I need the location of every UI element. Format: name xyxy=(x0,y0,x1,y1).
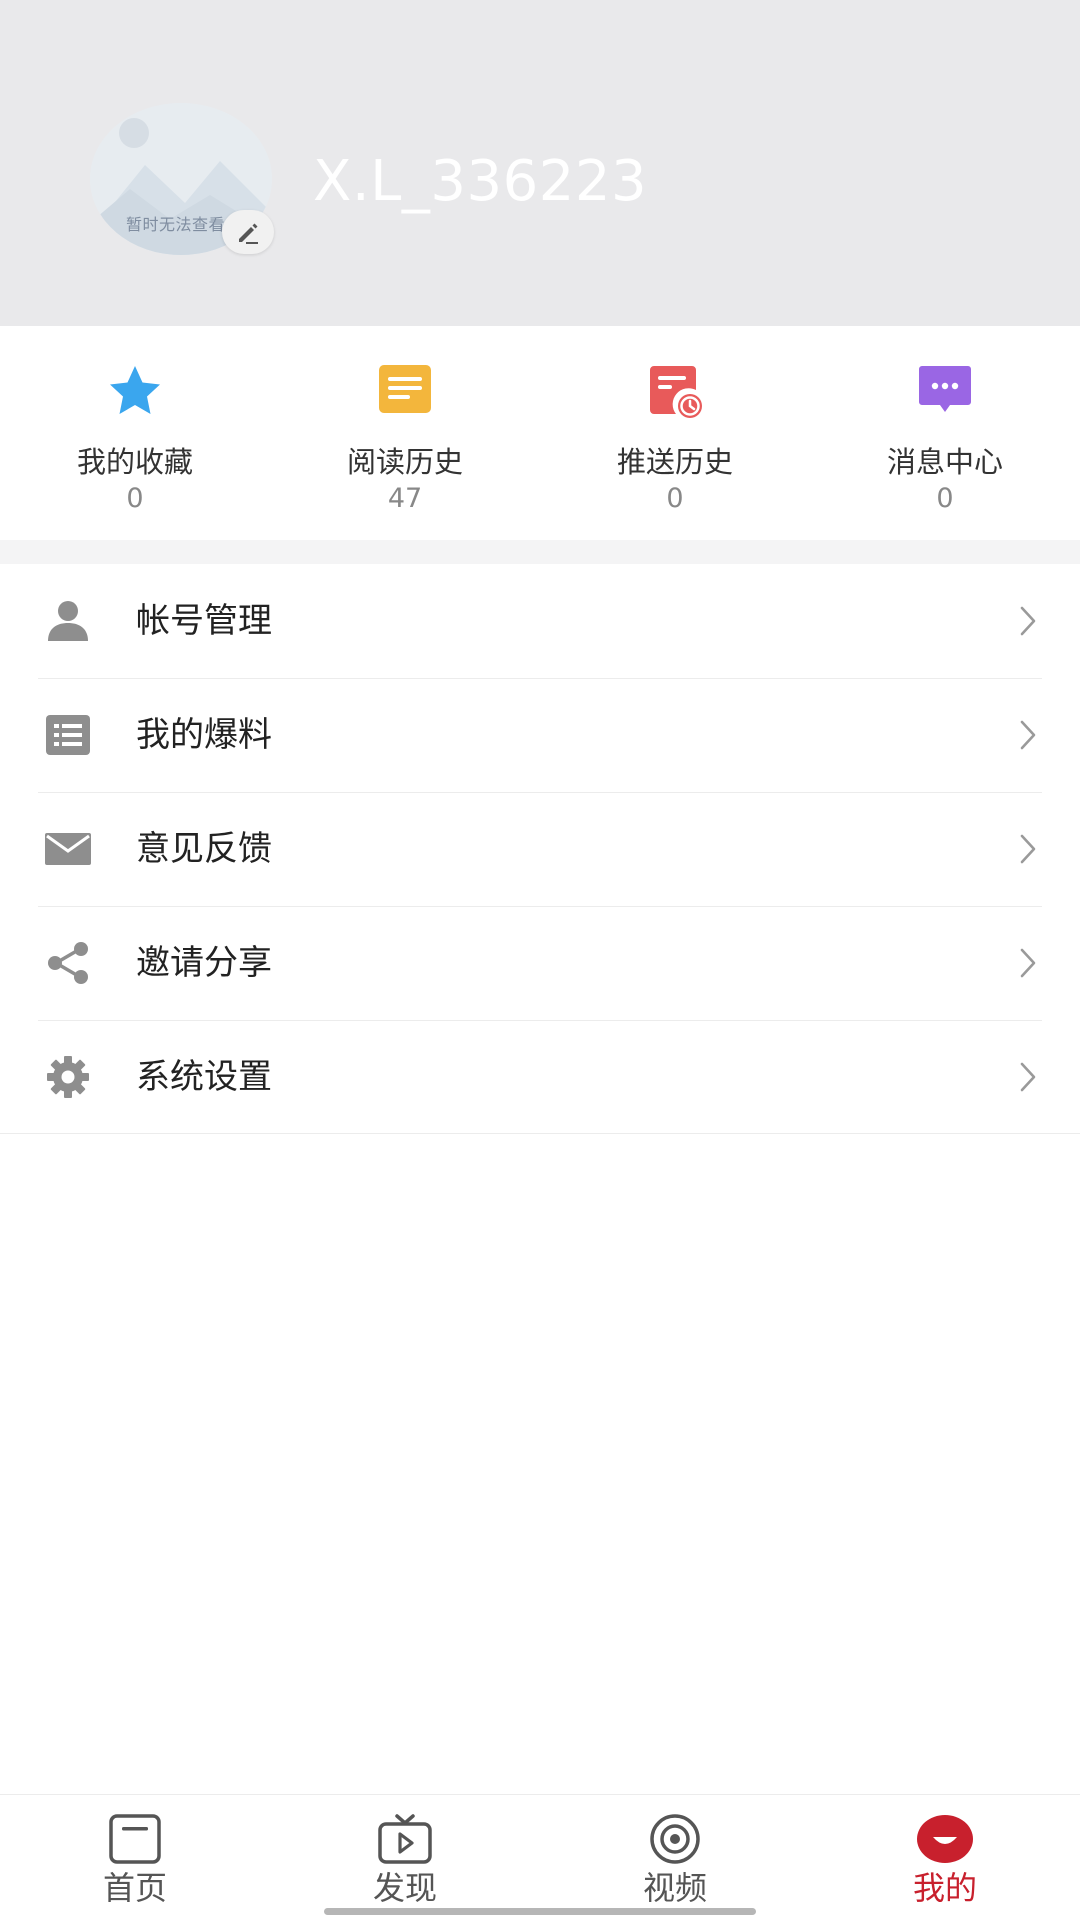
tab-home[interactable]: 首页 xyxy=(0,1795,270,1921)
stat-count: 47 xyxy=(387,483,423,514)
stat-label: 我的收藏 xyxy=(76,445,193,479)
divider xyxy=(38,1133,1042,1134)
stat-count: 0 xyxy=(126,483,144,514)
menu-item-invite-share[interactable]: 邀请分享 xyxy=(0,906,1080,1021)
username: X.L_336223 xyxy=(313,149,648,214)
push-history-icon xyxy=(650,366,702,418)
list-icon xyxy=(46,715,90,755)
avatar-caption: 暂时无法查看 xyxy=(126,215,226,234)
tab-video[interactable]: 视频 xyxy=(540,1795,810,1921)
chat-bubble-icon xyxy=(919,366,971,412)
star-icon xyxy=(110,366,160,414)
settings-menu: 帐号管理 我的爆料 意见反馈 邀请分享 系统设置 xyxy=(0,564,1080,1134)
edit-avatar-button[interactable] xyxy=(222,210,274,254)
stat-message-center[interactable]: 消息中心 0 xyxy=(810,326,1080,540)
stat-count: 0 xyxy=(936,483,954,514)
mail-icon xyxy=(45,833,91,865)
section-divider xyxy=(0,540,1080,564)
tab-label: 首页 xyxy=(102,1869,167,1907)
home-icon xyxy=(109,1814,161,1864)
pencil-icon xyxy=(239,223,258,244)
chevron-right-icon xyxy=(1020,720,1036,750)
tab-mine[interactable]: 我的 xyxy=(810,1795,1080,1921)
stat-label: 推送历史 xyxy=(616,445,733,479)
stat-push-history[interactable]: 推送历史 0 xyxy=(540,326,810,540)
video-icon xyxy=(650,1814,700,1864)
menu-item-label: 我的爆料 xyxy=(136,715,272,755)
menu-item-label: 帐号管理 xyxy=(136,601,272,641)
stat-favorites[interactable]: 我的收藏 0 xyxy=(0,326,270,540)
chevron-right-icon xyxy=(1020,948,1036,978)
chevron-right-icon xyxy=(1020,606,1036,636)
chevron-right-icon xyxy=(1020,1062,1036,1092)
user-icon xyxy=(48,601,88,641)
stat-label: 消息中心 xyxy=(886,445,1003,479)
menu-item-label: 系统设置 xyxy=(136,1057,272,1097)
document-lines-icon xyxy=(379,365,431,413)
tab-discover[interactable]: 发现 xyxy=(270,1795,540,1921)
stats-row: 我的收藏 0 阅读历史 47 推送历史 0 消息中心 0 xyxy=(0,326,1080,540)
chevron-right-icon xyxy=(1020,834,1036,864)
menu-item-label: 意见反馈 xyxy=(136,829,272,869)
profile-tab-icon xyxy=(917,1815,973,1863)
profile-header: 暂时无法查看 X.L_336223 xyxy=(0,0,1080,326)
stat-label: 阅读历史 xyxy=(346,445,463,479)
menu-item-account[interactable]: 帐号管理 xyxy=(0,564,1080,679)
tab-label: 发现 xyxy=(372,1869,437,1907)
menu-item-system-settings[interactable]: 系统设置 xyxy=(0,1020,1080,1134)
menu-item-label: 邀请分享 xyxy=(136,943,272,983)
menu-item-feedback[interactable]: 意见反馈 xyxy=(0,792,1080,907)
tv-play-icon xyxy=(378,1814,432,1864)
bottom-tab-bar: 首页 发现 视频 我的 xyxy=(0,1794,1080,1921)
gear-icon xyxy=(47,1056,89,1098)
tab-label: 视频 xyxy=(642,1869,707,1907)
menu-item-my-tips[interactable]: 我的爆料 xyxy=(0,678,1080,793)
stat-reading-history[interactable]: 阅读历史 47 xyxy=(270,326,540,540)
home-indicator[interactable] xyxy=(324,1908,756,1915)
share-icon xyxy=(48,942,88,984)
stat-count: 0 xyxy=(666,483,684,514)
tab-label: 我的 xyxy=(912,1869,977,1907)
